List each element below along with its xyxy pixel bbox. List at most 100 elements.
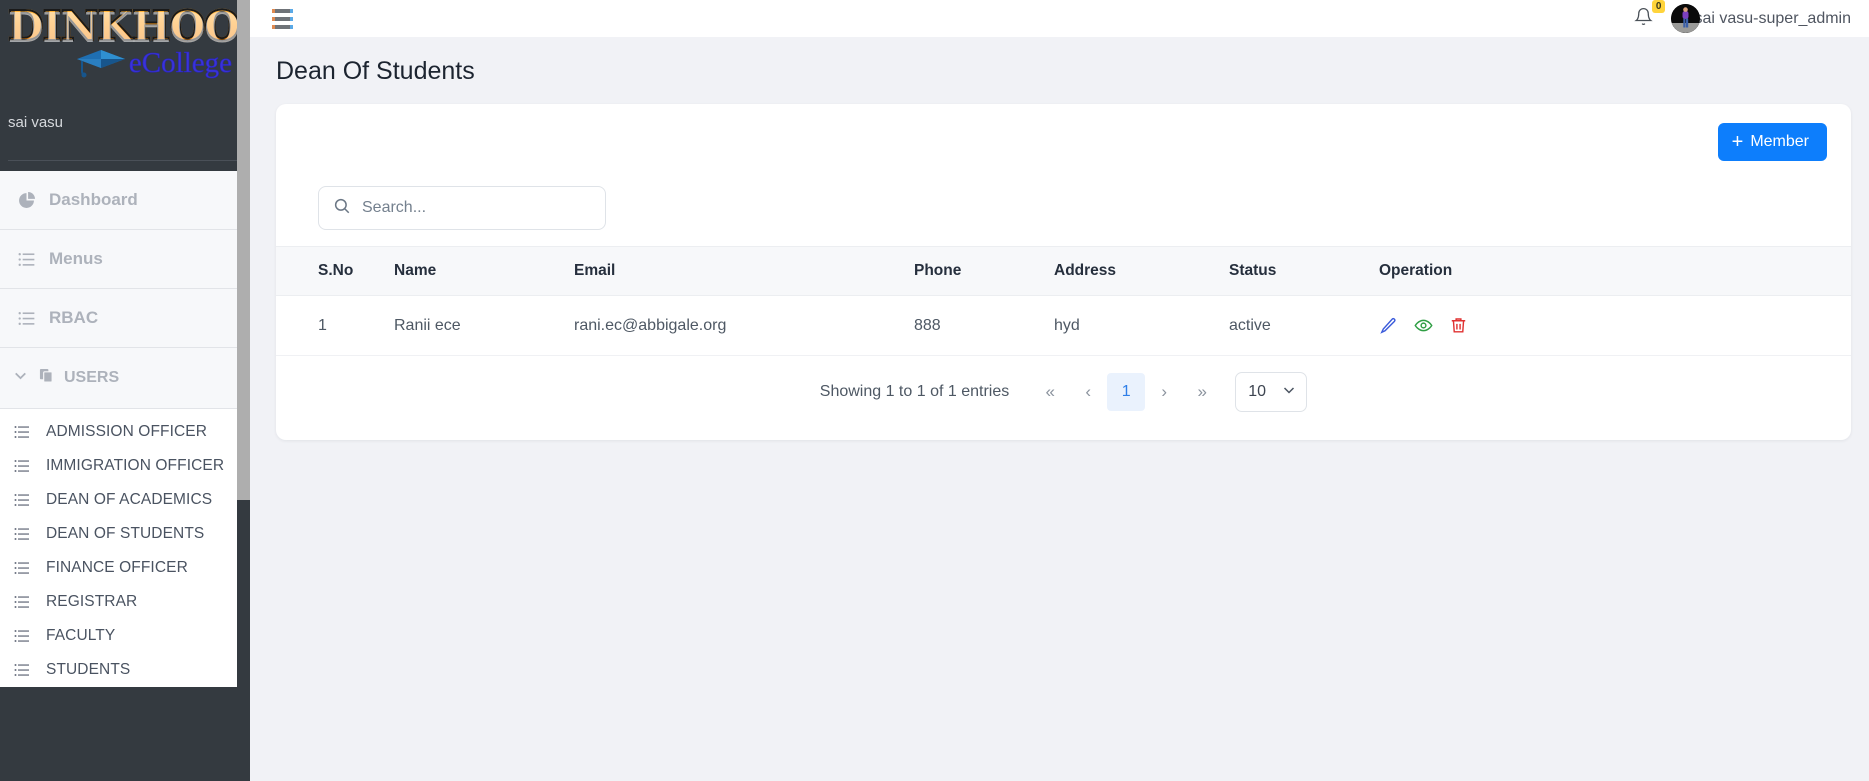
sidebar-item-faculty[interactable]: FACULTY xyxy=(0,619,250,653)
notification-badge: 0 xyxy=(1651,0,1666,13)
list-icon xyxy=(14,594,32,610)
list-icon xyxy=(14,560,32,576)
sidebar-item-label: DEAN OF STUDENTS xyxy=(46,525,205,542)
search-icon xyxy=(333,197,351,220)
sidebar-scrollbar-thumb[interactable] xyxy=(237,500,250,781)
delete-icon[interactable] xyxy=(1449,316,1468,335)
user-name-label: sai vasu-super_admin xyxy=(1694,9,1851,27)
page-title: Dean Of Students xyxy=(276,57,475,85)
pagination-summary: Showing 1 to 1 of 1 entries xyxy=(819,383,1010,400)
sidebar-item-dean-of-academics[interactable]: DEAN OF ACADEMICS xyxy=(0,483,250,517)
sidebar-item-label: REGISTRAR xyxy=(46,593,138,610)
column-header-email[interactable]: Email xyxy=(574,247,914,296)
pagination-last-button[interactable]: » xyxy=(1183,373,1221,411)
column-header-address[interactable]: Address xyxy=(1054,247,1229,296)
hamburger-icon[interactable] xyxy=(272,8,293,29)
cell-phone: 888 xyxy=(914,295,1054,356)
list-icon xyxy=(14,424,32,440)
sidebar-item-admission-officer[interactable]: ADMISSION OFFICER xyxy=(0,415,250,449)
list-icon xyxy=(14,458,32,474)
column-header-phone[interactable]: Phone xyxy=(914,247,1054,296)
column-header-operation: Operation xyxy=(1379,262,1453,279)
list-icon xyxy=(14,628,32,644)
view-icon[interactable] xyxy=(1414,316,1433,335)
table-row: 1 Ranii ece rani.ec@abbigale.org 888 hyd… xyxy=(276,295,1851,356)
sidebar-item-dashboard[interactable]: Dashboard xyxy=(0,171,250,233)
cell-email: rani.ec@abbigale.org xyxy=(574,295,914,356)
sidebar-item-label: FINANCE OFFICER xyxy=(46,559,188,576)
graduation-cap-icon xyxy=(75,46,127,80)
top-bar: 0 sai vasu-super_admin xyxy=(250,0,1869,37)
sidebar-group-users[interactable]: USERS xyxy=(0,348,250,409)
search-input[interactable] xyxy=(362,199,591,217)
search-box[interactable] xyxy=(318,186,606,230)
list-icon xyxy=(14,492,32,508)
sidebar-item-label: IMMIGRATION OFFICER xyxy=(46,457,225,474)
plus-icon: + xyxy=(1731,131,1744,153)
list-icon xyxy=(18,251,38,268)
page-size-value: 10 xyxy=(1248,383,1267,400)
brand-title-bottom: eCollege xyxy=(128,47,233,79)
cell-address: hyd xyxy=(1054,295,1229,356)
cell-status: active xyxy=(1229,295,1379,356)
sidebar-item-label: Menus xyxy=(49,249,103,268)
card-toolbar: + Member xyxy=(276,104,1851,176)
sidebar-username: sai vasu xyxy=(8,114,64,131)
sidebar-item-finance-officer[interactable]: FINANCE OFFICER xyxy=(0,551,250,585)
user-menu[interactable]: sai vasu-super_admin xyxy=(1671,4,1851,33)
members-table: S.No Name Email Phone Address Status Ope… xyxy=(276,246,1851,356)
list-icon xyxy=(14,662,32,678)
sidebar-scrollbar[interactable] xyxy=(237,0,250,781)
sidebar-submenu-users: ADMISSION OFFICER IMMIGRATION OFFICER DE… xyxy=(0,409,250,687)
chevron-down-icon xyxy=(12,367,29,389)
notifications-button[interactable]: 0 xyxy=(1634,0,1666,31)
sidebar-item-label: STUDENTS xyxy=(46,661,131,678)
sidebar: DINKHOO! eCollege sai vasu Dashboard Men… xyxy=(0,0,250,781)
column-header-name[interactable]: Name xyxy=(394,247,574,296)
cell-sno: 1 xyxy=(276,295,394,356)
sidebar-item-students[interactable]: STUDENTS xyxy=(0,653,250,687)
sidebar-item-label: FACULTY xyxy=(46,627,116,644)
edit-icon[interactable] xyxy=(1379,316,1398,335)
table-body: 1 Ranii ece rani.ec@abbigale.org 888 hyd… xyxy=(276,295,1851,356)
brand-logo[interactable]: DINKHOO! eCollege xyxy=(0,0,250,100)
pagination: Showing 1 to 1 of 1 entries « ‹ 1 › » 10 xyxy=(276,356,1851,432)
bell-icon xyxy=(1634,7,1654,31)
column-header-status[interactable]: Status xyxy=(1229,247,1379,296)
sidebar-item-label: RBAC xyxy=(49,308,99,327)
page-size-select[interactable]: 10 xyxy=(1235,372,1308,412)
column-header-sno[interactable]: S.No xyxy=(276,247,394,296)
list-icon xyxy=(18,310,38,327)
copy-icon xyxy=(39,368,54,388)
brand-title-top: DINKHOO! xyxy=(4,3,250,49)
pie-chart-icon xyxy=(18,191,38,209)
cell-operations xyxy=(1379,295,1851,356)
table-head: S.No Name Email Phone Address Status Ope… xyxy=(276,246,1851,296)
sidebar-group-label: USERS xyxy=(64,369,120,386)
sidebar-item-dean-of-students[interactable]: DEAN OF STUDENTS xyxy=(0,517,250,551)
sidebar-item-immigration-officer[interactable]: IMMIGRATION OFFICER xyxy=(0,449,250,483)
avatar xyxy=(1671,4,1701,33)
chevron-down-icon xyxy=(1281,382,1297,403)
content-card: + Member S.No N xyxy=(276,104,1851,440)
sidebar-item-label: Dashboard xyxy=(49,190,138,209)
sidebar-item-label: DEAN OF ACADEMICS xyxy=(46,491,213,508)
pagination-prev-button[interactable]: ‹ xyxy=(1069,373,1107,411)
pagination-next-button[interactable]: › xyxy=(1145,373,1183,411)
topbar-right: 0 sai vasu-super_admin xyxy=(1634,0,1851,33)
pagination-page-1[interactable]: 1 xyxy=(1107,373,1146,411)
sidebar-item-rbac[interactable]: RBAC xyxy=(0,289,250,351)
cell-name: Ranii ece xyxy=(394,295,574,356)
search-row xyxy=(276,176,1851,246)
sidebar-spacer xyxy=(0,161,250,171)
brand-subtitle-row: eCollege xyxy=(4,46,244,80)
sidebar-item-menus[interactable]: Menus xyxy=(0,230,250,292)
main-area: 0 sai vasu-super_admin Dean Of Students … xyxy=(250,0,1869,781)
add-member-button[interactable]: + Member xyxy=(1717,123,1827,161)
sidebar-item-label: ADMISSION OFFICER xyxy=(46,423,208,440)
pagination-first-button[interactable]: « xyxy=(1031,373,1069,411)
app-root: DINKHOO! eCollege sai vasu Dashboard Men… xyxy=(0,0,1869,781)
add-member-label: Member xyxy=(1750,133,1809,150)
sidebar-item-registrar[interactable]: REGISTRAR xyxy=(0,585,250,619)
list-icon xyxy=(14,526,32,542)
